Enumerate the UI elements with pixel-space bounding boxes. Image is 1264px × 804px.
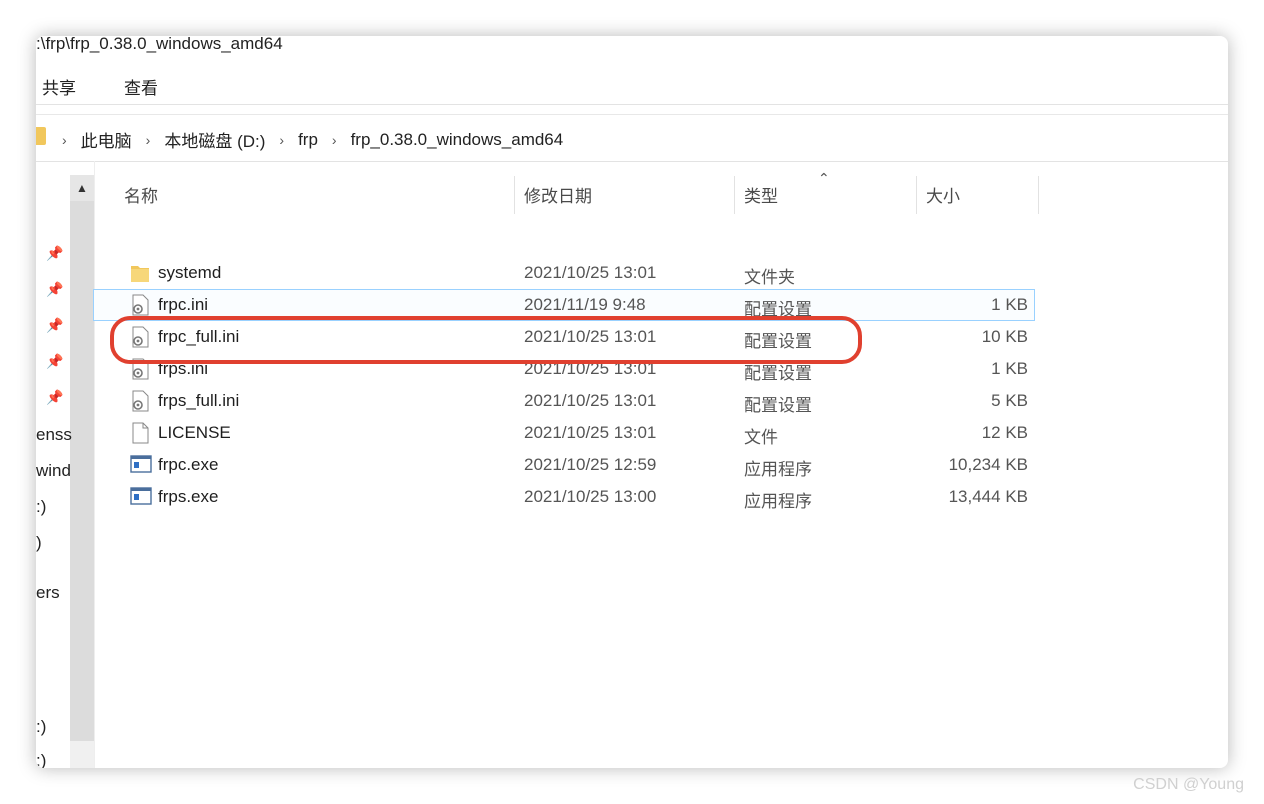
column-header-name[interactable]: 名称 [124,182,158,207]
ribbon: 共享 查看 [36,64,1228,105]
nav-item[interactable]: ) [36,533,42,553]
document-icon [130,422,150,444]
file-name: frpc_full.ini [158,327,240,346]
file-type: 配置设置 [744,332,812,351]
config-file-icon [130,326,150,348]
window-title: :\frp\frp_0.38.0_windows_amd64 [36,36,283,53]
file-explorer-window: :\frp\frp_0.38.0_windows_amd64 共享 查看 › 此… [36,36,1228,768]
file-type: 配置设置 [744,300,812,319]
chevron-right-icon[interactable]: › [146,132,151,148]
pin-icon[interactable]: 📌 [46,389,63,406]
file-date: 2021/10/25 13:01 [524,359,657,378]
file-row[interactable]: frps.ini 2021/10/25 13:01 配置设置 1 KB [94,354,1034,384]
file-date: 2021/11/19 9:48 [524,295,646,314]
pin-icon[interactable]: 📌 [46,317,63,334]
column-divider[interactable] [916,176,917,214]
column-header-type[interactable]: 类型 [744,182,778,207]
column-divider[interactable] [514,176,515,214]
folder-icon [130,262,150,284]
file-row[interactable]: LICENSE 2021/10/25 13:01 文件 12 KB [94,418,1034,448]
file-size: 5 KB [991,391,1028,410]
nav-item[interactable]: wind [36,461,71,481]
column-header-date[interactable]: 修改日期 [524,182,592,207]
breadcrumb-this-pc[interactable]: 此电脑 [81,127,132,152]
file-name: frpc.ini [158,295,209,314]
file-size: 10 KB [981,327,1028,346]
file-size: 1 KB [991,295,1028,314]
scroll-up-icon[interactable]: ▲ [70,175,94,201]
navigation-pane: ▲ 📌 📌 📌 📌 📌 enss wind :) ) ers :) :) [36,161,95,768]
application-icon [130,486,152,508]
nav-item[interactable]: ers [36,583,60,603]
file-row[interactable]: frpc.ini 2021/11/19 9:48 配置设置 1 KB [93,289,1035,321]
breadcrumb-current-folder[interactable]: frp_0.38.0_windows_amd64 [351,130,564,150]
file-type: 应用程序 [744,492,812,511]
file-row[interactable]: systemd 2021/10/25 13:01 文件夹 [94,258,1034,288]
chevron-right-icon[interactable]: › [62,132,67,148]
nav-item[interactable]: :) [36,717,46,737]
file-row[interactable]: frpc_full.ini 2021/10/25 13:01 配置设置 10 KB [94,322,1034,352]
file-date: 2021/10/25 13:01 [524,391,657,410]
file-name: frps.exe [158,487,219,506]
folder-icon [36,127,46,145]
config-file-icon [130,294,150,316]
file-date: 2021/10/25 13:01 [524,327,657,346]
nav-item[interactable]: enss [36,425,72,445]
title-bar: :\frp\frp_0.38.0_windows_amd64 [36,36,1228,62]
file-type: 配置设置 [744,364,812,383]
config-file-icon [130,390,150,412]
file-type: 配置设置 [744,396,812,415]
application-icon [130,454,152,476]
file-size: 12 KB [981,423,1028,442]
file-name: frps.ini [158,359,209,378]
file-type: 文件夹 [744,268,795,287]
pin-icon[interactable]: 📌 [46,353,63,370]
column-divider[interactable] [1038,176,1039,214]
file-size: 10,234 KB [948,455,1028,474]
nav-item[interactable]: :) [36,497,46,517]
file-type: 文件 [744,428,778,447]
sort-ascending-icon: ⌃ [818,170,830,186]
file-name: frpc.exe [158,455,219,474]
watermark: CSDN @Young [1133,776,1244,793]
column-header-row: 名称 修改日期 类型 ⌃ 大小 [94,170,1228,216]
file-row[interactable]: frpc.exe 2021/10/25 12:59 应用程序 10,234 KB [94,450,1034,480]
pin-icon[interactable]: 📌 [46,245,63,262]
file-date: 2021/10/25 12:59 [524,455,657,474]
tab-share[interactable]: 共享 [42,74,76,99]
file-date: 2021/10/25 13:01 [524,263,657,282]
breadcrumb-frp[interactable]: frp [298,130,318,150]
file-row[interactable]: frps_full.ini 2021/10/25 13:01 配置设置 5 KB [94,386,1034,416]
file-name: frps_full.ini [158,391,240,410]
file-size: 1 KB [991,359,1028,378]
file-name: systemd [158,263,222,282]
file-date: 2021/10/25 13:00 [524,487,657,506]
nav-scrollbar-thumb[interactable] [70,201,94,741]
tab-view[interactable]: 查看 [124,74,158,99]
column-header-size[interactable]: 大小 [926,182,960,207]
file-size: 13,444 KB [948,487,1028,506]
breadcrumb-local-disk[interactable]: 本地磁盘 (D:) [164,127,265,152]
column-divider[interactable] [734,176,735,214]
file-date: 2021/10/25 13:01 [524,423,657,442]
file-row[interactable]: frps.exe 2021/10/25 13:00 应用程序 13,444 KB [94,482,1034,512]
breadcrumb: › 此电脑 › 本地磁盘 (D:) › frp › frp_0.38.0_win… [62,127,577,152]
address-bar[interactable]: › 此电脑 › 本地磁盘 (D:) › frp › frp_0.38.0_win… [36,114,1228,162]
nav-item[interactable]: :) [36,751,46,768]
chevron-right-icon[interactable]: › [332,132,337,148]
pin-icon[interactable]: 📌 [46,281,63,298]
file-type: 应用程序 [744,460,812,479]
file-name: LICENSE [158,423,231,442]
config-file-icon [130,358,150,380]
chevron-right-icon[interactable]: › [279,132,284,148]
